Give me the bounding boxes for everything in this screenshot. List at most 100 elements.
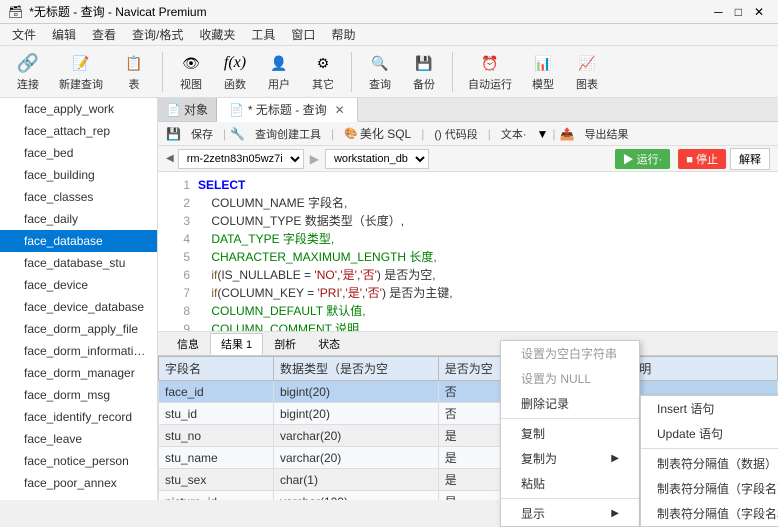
results-tab-profile[interactable]: 剖析 [263,333,307,355]
sidebar-item-face-leave[interactable]: face_leave [0,428,157,450]
sidebar-item-face-dorm-apply-file[interactable]: face_dorm_apply_file [0,318,157,340]
sub-tab-fields-data[interactable]: 制表符分隔值（字段名和数据） [641,501,778,526]
sql-editor[interactable]: 1 SELECT 2 COLUMN_NAME 字段名, 3 COLUMN_TYP… [158,172,778,332]
new-query-button[interactable]: 📝 新建查询 [52,48,110,95]
query-button[interactable]: 🔍 查询 [360,48,400,95]
sidebar-item-face-classes[interactable]: face_classes [0,186,157,208]
chart-icon: 📈 [575,51,599,75]
table-button[interactable]: 📋 表 [114,48,154,95]
close-btn[interactable]: ✕ [748,5,770,19]
menu-edit[interactable]: 编辑 [44,24,84,45]
sidebar-item-face-poor-annex[interactable]: face_poor_annex [0,472,157,494]
sidebar-item-face-dorm-manager[interactable]: face_dorm_manager [0,362,157,384]
menu-help[interactable]: 帮助 [323,24,363,45]
ctx-copy-as[interactable]: 复制为 ▶ [501,446,639,471]
toolbar: 🔗 连接 📝 新建查询 📋 表 👁 视图 f(x) 函数 👤 用户 ⚙ 其它 🔍… [0,46,778,98]
sidebar-item-face-building[interactable]: face_building [0,164,157,186]
cell-type: bigint(20) [273,381,438,403]
backup-button[interactable]: 💾 备份 [404,48,444,95]
autorun-button[interactable]: ⏰ 自动运行 [461,48,519,95]
query-toolbar: 💾 保存 | 🔧 查询创建工具 | 🎨 美化 SQL | () 代码段 | 文本… [158,122,778,146]
text-button[interactable]: 文本· [495,125,533,143]
view-button[interactable]: 👁 视图 [171,48,211,95]
backup-label: 备份 [413,76,435,92]
results-tab-status[interactable]: 状态 [307,333,351,355]
menu-favorites[interactable]: 收藏夹 [191,24,243,45]
editor-line-5: 5 CHARACTER_MAXIMUM_LENGTH 长度, [166,248,770,266]
sidebar-item-face-daily[interactable]: face_daily [0,208,157,230]
database-select[interactable]: workstation_db [325,149,429,169]
other-button[interactable]: ⚙ 其它 [303,48,343,95]
chart-button[interactable]: 📈 图表 [567,48,607,95]
stop-button[interactable]: ■ 停止 [678,149,726,169]
save-button[interactable]: 保存 [185,125,219,143]
cell-type: varchar(100) [273,491,438,501]
menu-tools[interactable]: 工具 [243,24,283,45]
sidebar-item-face-notice-person[interactable]: face_notice_person [0,450,157,472]
view-icon: 👁 [179,51,203,75]
results-tab-info[interactable]: 信息 [166,333,210,355]
ctx-copy[interactable]: 复制 [501,421,639,446]
sub-tab-fields[interactable]: 制表符分隔值（字段名） [641,476,778,501]
toolbar-separator-1 [162,52,163,92]
title-bar: 🗃 *无标题 - 查询 - Navicat Premium ─ □ ✕ [0,0,778,24]
user-icon: 👤 [267,51,291,75]
connection-select[interactable]: rm-2zetn83n05wz7i [178,149,304,169]
model-button[interactable]: 📊 模型 [523,48,563,95]
beautify-button[interactable]: 🎨 美化 SQL [338,124,417,143]
snippet-button[interactable]: () 代码段 [428,125,483,143]
menu-view[interactable]: 查看 [84,24,124,45]
ctx-display[interactable]: 显示 ▶ [501,501,639,526]
sidebar-item-face-identify-record[interactable]: face_identify_record [0,406,157,428]
function-button[interactable]: f(x) 函数 [215,48,255,95]
editor-line-3: 3 COLUMN_TYPE 数据类型（长度）, [166,212,770,230]
minimize-btn[interactable]: ─ [708,5,729,19]
db-arrow-left: ◀ [166,153,174,164]
对象-label: 对象 [184,101,208,118]
sidebar-item-face-database[interactable]: face_database [0,230,157,252]
arrow-icon: ▼ [537,127,549,141]
ctx-delete-record[interactable]: 删除记录 [501,391,639,416]
export-button[interactable]: 导出结果 [579,125,635,143]
connect-label: 连接 [17,76,39,92]
sidebar-item-face-attach-rep[interactable]: face_attach_rep [0,120,157,142]
sidebar-item-face-bed[interactable]: face_bed [0,142,157,164]
query-builder-button[interactable]: 查询创建工具 [249,125,327,143]
ctx-paste[interactable]: 粘贴 [501,471,639,496]
sidebar-item-face-dorm-msg[interactable]: face_dorm_msg [0,384,157,406]
sidebar-item-face-apply-work[interactable]: face_apply_work [0,98,157,120]
sub-tab-data[interactable]: 制表符分隔值（数据） [641,451,778,476]
connect-button[interactable]: 🔗 连接 [8,48,48,95]
sidebar-item-face-dorm-information[interactable]: face_dorm_informatio... [0,340,157,362]
tab-close-icon[interactable]: ✕ [335,103,345,117]
user-button[interactable]: 👤 用户 [259,48,299,95]
editor-line-8: 8 COLUMN_DEFAULT 默认值, [166,302,770,320]
menu-file[interactable]: 文件 [4,24,44,45]
ctx-set-null-string[interactable]: 设置为空白字符串 [501,341,639,366]
results-tab-result[interactable]: 结果 1 [210,333,263,355]
cell-field: stu_sex [159,469,274,491]
query-tab[interactable]: 📄 * 无标题 - 查询 ✕ [217,98,358,122]
run-button[interactable]: ▶ 运行· [615,149,671,169]
function-icon: f(x) [223,51,247,75]
maximize-btn[interactable]: □ [729,5,748,19]
sidebar-item-face-poor-family[interactable]: face_poor_family [0,494,157,500]
sidebar-item-face-database-stu[interactable]: face_database_stu [0,252,157,274]
col-header-field: 字段名 [159,357,274,381]
ctx-set-null[interactable]: 设置为 NULL [501,366,639,391]
builder-icon: 🔧 [230,127,245,141]
sidebar-item-face-device-database[interactable]: face_device_database [0,296,157,318]
editor-line-9: 9 COLUMN_COMMENT 说明 [166,320,770,332]
menu-window[interactable]: 窗口 [283,24,323,45]
cell-type: char(1) [273,469,438,491]
sub-insert-stmt[interactable]: Insert 语句 [641,396,778,421]
explain-button[interactable]: 解释 [730,148,770,170]
context-menu: 设置为空白字符串 设置为 NULL 删除记录 复制 复制为 ▶ 粘贴 显示 ▶ [500,340,640,527]
menu-query[interactable]: 查询/格式 [124,24,191,45]
autorun-label: 自动运行 [468,76,512,92]
cell-field: stu_id [159,403,274,425]
sub-update-stmt[interactable]: Update 语句 [641,421,778,446]
sidebar-item-face-device[interactable]: face_device [0,274,157,296]
query-icon: 🔍 [368,51,392,75]
title-bar-text: *无标题 - 查询 - Navicat Premium [29,3,206,20]
